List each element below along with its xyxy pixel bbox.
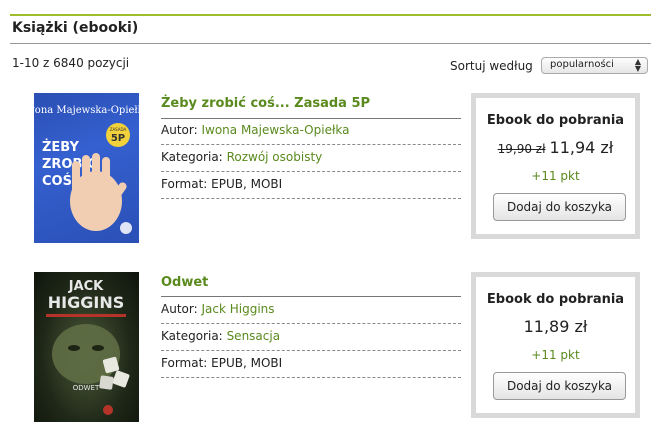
cover-eye	[68, 345, 80, 351]
book-title-divider	[161, 118, 461, 119]
meta-divider	[161, 377, 461, 378]
cover-red-stripe	[46, 314, 126, 317]
cover-dice	[112, 370, 130, 388]
meta-divider	[161, 350, 461, 351]
price-row: 19,90 zł 11,94 zł	[476, 138, 635, 157]
book-author-row: Autor: Jack Higgins	[161, 302, 461, 316]
format-value: EPUB, MOBI	[211, 356, 283, 370]
price-box: Ebook do pobrania 11,89 zł +11 pkt Dodaj…	[471, 272, 640, 418]
price-box: Ebook do pobrania 19,90 zł 11,94 zł +11 p…	[471, 93, 640, 239]
author-label: Autor:	[161, 123, 198, 137]
page-title: Książki (ebooki)	[12, 20, 139, 36]
book-category-row: Kategoria: Rozwój osobisty	[161, 150, 461, 164]
cover-badge-top: ZASADA	[110, 127, 127, 132]
cover-finger	[72, 161, 80, 195]
loyalty-points: +11 pkt	[531, 348, 580, 362]
book-title-divider	[161, 296, 461, 297]
cover-author-last: HIGGINS	[48, 293, 124, 312]
add-to-cart-button[interactable]: Dodaj do koszyka	[493, 372, 626, 400]
cover-title-line1: ŻEBY	[42, 139, 80, 155]
current-price: 11,89 zł	[523, 317, 588, 336]
book-cover[interactable]: JACK HIGGINS ODWET	[34, 272, 139, 422]
book-title-link[interactable]: Żeby zrobić coś... Zasada 5P	[161, 96, 370, 111]
meta-divider	[161, 144, 461, 145]
loyalty-points: +11 pkt	[531, 169, 580, 183]
book-title-link[interactable]: Odwet	[161, 275, 208, 290]
sort-select[interactable]: popularności ▲ ▼	[541, 57, 648, 74]
cover-eye	[92, 345, 104, 351]
sort-label: Sortuj według	[450, 59, 533, 73]
category-link[interactable]: Sensacja	[227, 329, 281, 343]
cover-author-text: Iwona Majewska-Opiełka	[34, 105, 139, 116]
price-box-label: Ebook do pobrania	[486, 292, 625, 307]
author-label: Autor:	[161, 302, 198, 316]
cover-face	[52, 324, 120, 384]
old-price: 19,90 zł	[497, 142, 546, 156]
cover-dice	[99, 375, 114, 390]
book-cover-image: JACK HIGGINS ODWET	[46, 279, 130, 415]
category-label: Kategoria:	[161, 329, 223, 343]
meta-divider	[161, 323, 461, 324]
add-to-cart-button[interactable]: Dodaj do koszyka	[493, 193, 626, 221]
cover-author-first: JACK	[68, 279, 104, 294]
format-label: Format:	[161, 356, 208, 370]
cover-publisher-logo	[103, 405, 113, 415]
price-box-label: Ebook do pobrania	[486, 113, 625, 128]
cover-badge-main: 5P	[111, 133, 125, 144]
category-link[interactable]: Rozwój osobisty	[227, 150, 323, 164]
sort-select-value: popularności	[550, 59, 614, 70]
select-arrows-icon: ▲ ▼	[634, 57, 641, 73]
cover-finger	[102, 157, 110, 191]
result-count: 1-10 z 6840 pozycji	[12, 56, 130, 70]
cover-finger	[92, 153, 100, 189]
author-link[interactable]: Iwona Majewska-Opiełka	[201, 123, 349, 137]
format-value: EPUB, MOBI	[211, 177, 283, 191]
cover-finger	[82, 155, 90, 191]
book-category-row: Kategoria: Sensacja	[161, 329, 461, 343]
book-cover-image: Iwona Majewska-Opiełka ZASADA 5P ŻEBY ZR…	[34, 105, 139, 234]
book-format-row: Format: EPUB, MOBI	[161, 177, 461, 191]
book-author-row: Autor: Iwona Majewska-Opiełka	[161, 123, 461, 137]
cover-publisher-logo	[120, 222, 132, 234]
format-label: Format:	[161, 177, 208, 191]
top-accent-rule	[10, 14, 651, 16]
meta-divider	[161, 171, 461, 172]
meta-divider	[161, 198, 461, 199]
author-link[interactable]: Jack Higgins	[201, 302, 274, 316]
title-divider	[10, 43, 651, 44]
current-price: 11,94 zł	[549, 138, 614, 157]
book-cover[interactable]: Iwona Majewska-Opiełka ZASADA 5P ŻEBY ZR…	[34, 93, 139, 243]
price-row: 11,89 zł	[476, 317, 635, 336]
cover-title-text: ODWET	[73, 384, 100, 392]
book-format-row: Format: EPUB, MOBI	[161, 356, 461, 370]
category-label: Kategoria:	[161, 150, 223, 164]
